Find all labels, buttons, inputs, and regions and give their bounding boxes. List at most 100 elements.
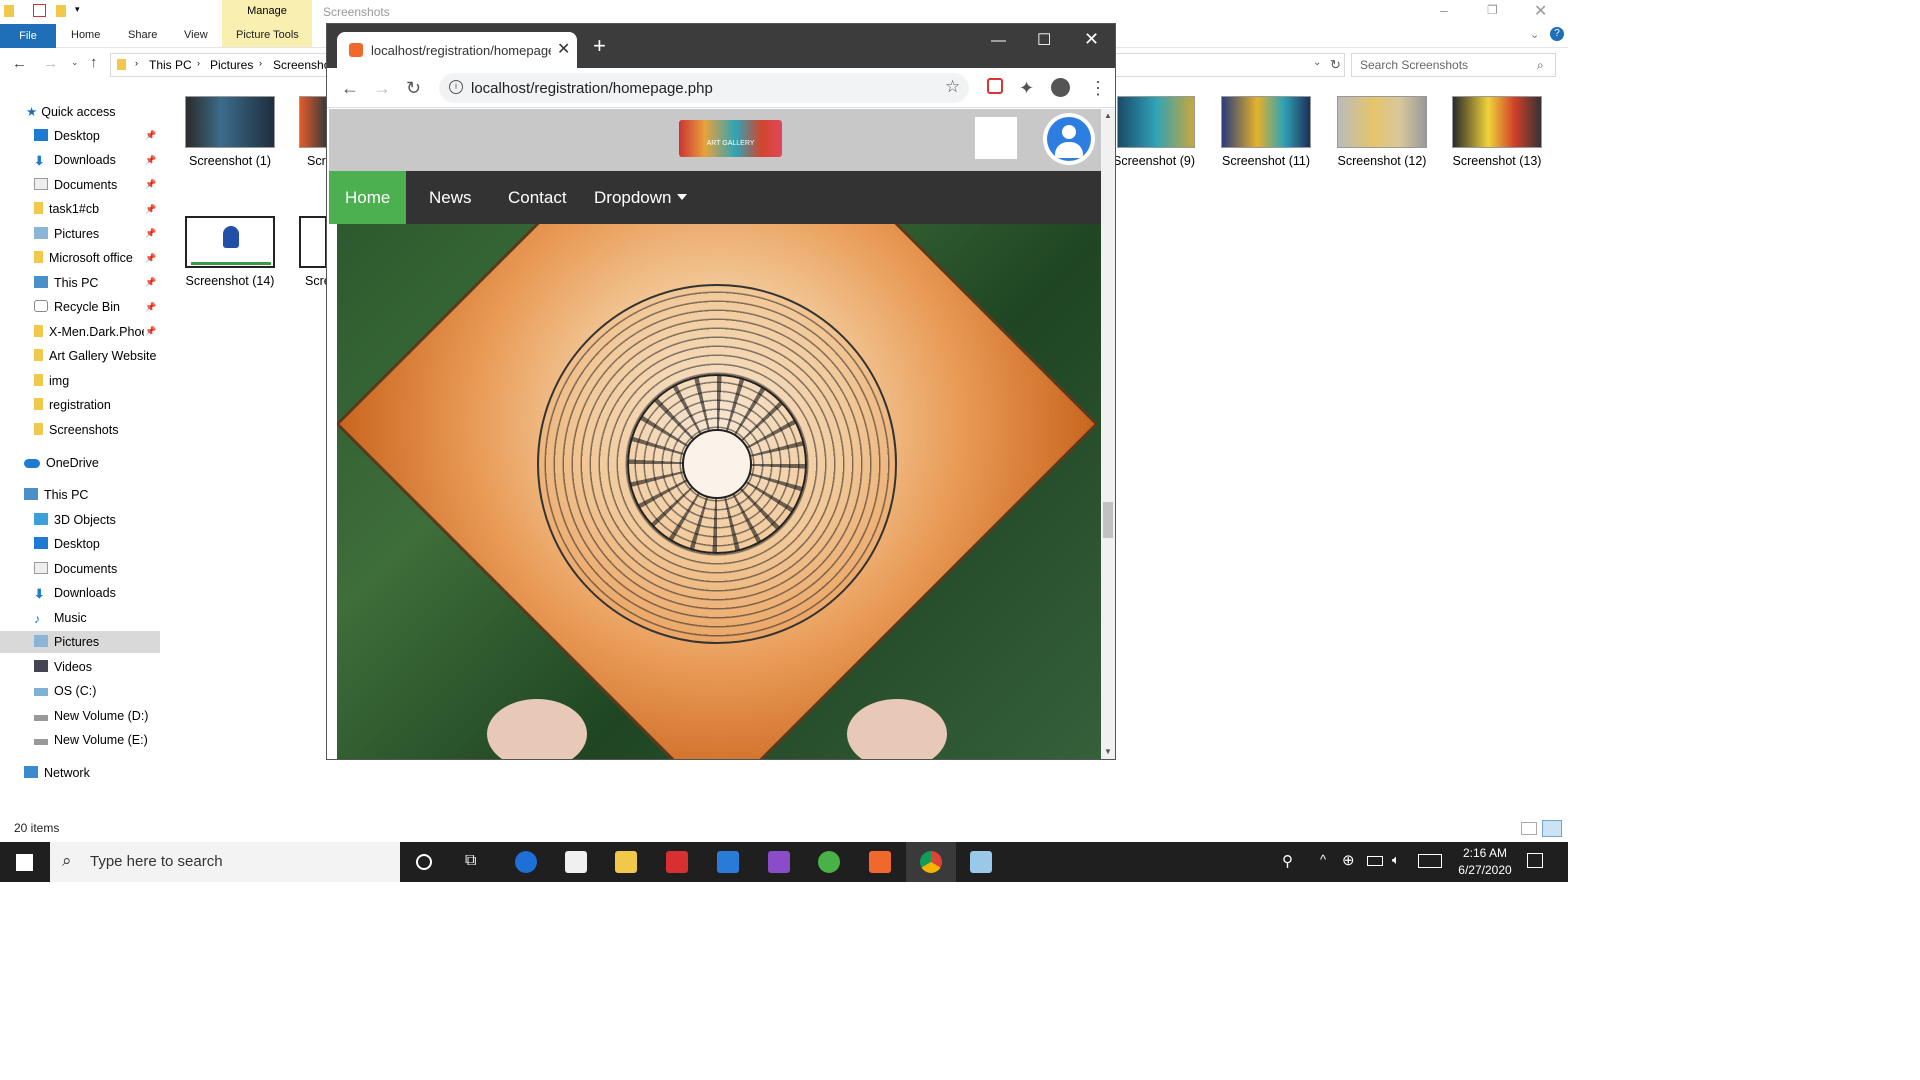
taskbar-utorrent[interactable] (804, 842, 854, 882)
taskbar-file-explorer[interactable] (601, 842, 651, 882)
reload-icon[interactable]: ↻ (406, 78, 421, 98)
taskbar-chrome[interactable] (906, 842, 956, 882)
nav-link-news[interactable]: News (413, 171, 488, 224)
profile-icon[interactable] (1051, 78, 1070, 97)
details-view-icon[interactable] (1521, 822, 1537, 835)
pin-icon[interactable]: 📌 (145, 326, 156, 337)
nav-item-pc-downloads[interactable]: ⬇ Downloads (34, 582, 116, 604)
extensions-puzzle-icon[interactable]: ✦ (1019, 78, 1034, 98)
properties-icon[interactable] (33, 4, 46, 17)
taskbar-search[interactable]: ⌕ Type here to search (50, 842, 400, 882)
pin-icon[interactable]: 📌 (145, 253, 156, 264)
nav-item-drive-c[interactable]: OS (C:) (34, 680, 96, 702)
volume-icon[interactable]: 🔈︎ (1392, 852, 1400, 868)
forward-icon[interactable]: → (373, 78, 391, 98)
taskbar-xampp[interactable] (855, 842, 905, 882)
nav-this-pc[interactable]: This PC (24, 484, 88, 506)
taskbar-edge[interactable] (501, 842, 551, 882)
nav-item-img[interactable]: img (34, 370, 69, 392)
minimize-icon[interactable]: — (991, 32, 1006, 49)
scroll-up-icon[interactable]: ▲ (1104, 111, 1112, 120)
nav-link-contact[interactable]: Contact (492, 171, 583, 224)
pin-icon[interactable]: 📌 (145, 277, 156, 288)
show-hidden-icons-icon[interactable]: ^ (1320, 852, 1326, 867)
menu-kebab-icon[interactable]: ⋮ (1089, 78, 1107, 98)
pin-icon[interactable]: 📌 (145, 130, 156, 141)
new-folder-icon[interactable] (56, 5, 66, 17)
keyboard-icon[interactable] (1418, 854, 1442, 868)
nav-item-desktop[interactable]: Desktop (34, 125, 100, 147)
pin-icon[interactable]: 📌 (145, 204, 156, 215)
tab-share[interactable]: Share (128, 29, 157, 41)
nav-item-pictures[interactable]: Pictures (34, 223, 99, 245)
back-icon[interactable]: ← (12, 55, 27, 72)
network-globe-icon[interactable]: ⊕ (1342, 851, 1355, 869)
action-center-icon[interactable] (1527, 853, 1543, 868)
nav-item-this-pc[interactable]: This PC (34, 272, 98, 294)
nav-item-videos[interactable]: Videos (34, 656, 92, 678)
nav-link-home[interactable]: Home (329, 171, 407, 224)
large-icons-view-icon[interactable] (1542, 820, 1562, 837)
restore-icon[interactable]: ❐ (1487, 3, 1498, 17)
new-tab-icon[interactable]: + (593, 35, 606, 57)
tab-home[interactable]: Home (71, 29, 100, 41)
tab-view[interactable]: View (184, 29, 208, 41)
tab-close-icon[interactable]: ✕ (557, 39, 570, 59)
file-thumbnail[interactable]: Scr (299, 96, 327, 168)
pin-icon[interactable]: 📌 (145, 179, 156, 190)
scroll-down-icon[interactable]: ▼ (1104, 747, 1112, 756)
nav-item-pc-documents[interactable]: Documents (34, 558, 117, 580)
nav-item-xmen[interactable]: X-Men.Dark.Phoe (34, 321, 144, 343)
nav-network[interactable]: Network (24, 762, 90, 784)
task-view-icon[interactable]: ⧉ (465, 852, 476, 870)
cortana-icon[interactable] (416, 854, 432, 870)
file-thumbnail[interactable]: Screenshot (13) (1452, 96, 1542, 168)
taskbar-mail[interactable] (703, 842, 753, 882)
bookmark-star-icon[interactable]: ☆ (945, 77, 960, 97)
nav-item-recycle-bin[interactable]: Recycle Bin (34, 296, 120, 318)
tab-file[interactable]: File (0, 24, 56, 48)
file-thumbnail[interactable]: Scre (299, 216, 331, 288)
battery-icon[interactable] (1367, 856, 1383, 866)
nav-onedrive[interactable]: OneDrive (24, 452, 99, 474)
windows-start-icon[interactable] (16, 854, 33, 871)
nav-item-pc-pictures[interactable]: Pictures (0, 631, 160, 653)
page-scrollbar[interactable]: ▲ ▼ (1101, 109, 1115, 759)
nav-quick-access[interactable]: ★ Quick access (26, 101, 116, 123)
close-icon[interactable]: ✕ (1084, 29, 1099, 50)
nav-item-task1cb[interactable]: task1#cb (34, 198, 99, 220)
nav-item-downloads[interactable]: ⬇ Downloads (34, 149, 116, 171)
breadcrumb-this-pc[interactable]: This PC (149, 58, 192, 72)
pin-icon[interactable]: 📌 (145, 228, 156, 239)
pocket-extension-icon[interactable] (987, 78, 1003, 94)
breadcrumb-pictures[interactable]: Pictures (210, 58, 253, 72)
taskbar-visual-studio[interactable] (754, 842, 804, 882)
breadcrumb-screenshots[interactable]: Screensho (273, 58, 330, 72)
nav-item-art-gallery-website[interactable]: Art Gallery Website (34, 345, 156, 367)
maximize-icon[interactable]: ☐ (1037, 30, 1051, 50)
nav-item-registration[interactable]: registration (34, 394, 111, 416)
scrollbar-thumb[interactable] (1103, 502, 1113, 538)
nav-item-drive-e[interactable]: New Volume (E:) (34, 729, 148, 751)
minimize-icon[interactable]: – (1440, 2, 1448, 18)
file-thumbnail[interactable]: Screenshot (1) (185, 96, 275, 168)
tab-picture-tools[interactable]: Picture Tools (236, 29, 299, 41)
up-icon[interactable]: ↑ (90, 54, 98, 71)
people-icon[interactable]: ⚲ (1282, 852, 1293, 870)
pin-icon[interactable]: 📌 (145, 155, 156, 166)
taskbar-clock[interactable]: 2:16 AM 6/27/2020 (1450, 845, 1520, 879)
qat-dropdown-icon[interactable]: ▾ (75, 4, 80, 15)
taskbar-store[interactable] (551, 842, 601, 882)
back-icon[interactable]: ← (341, 78, 359, 98)
nav-item-screenshots[interactable]: Screenshots (34, 419, 118, 441)
file-thumbnail[interactable]: Screenshot (9) (1113, 96, 1195, 168)
browser-tab[interactable]: localhost/registration/homepage ✕ (337, 32, 577, 68)
refresh-icon[interactable]: ↻ (1330, 57, 1341, 73)
close-icon[interactable]: ✕ (1534, 1, 1547, 21)
taskbar-snipping-tool[interactable] (956, 842, 1006, 882)
ribbon-expand-icon[interactable]: ⌄ (1530, 28, 1539, 41)
address-bar[interactable]: i localhost/registration/homepage.php ☆ (439, 73, 969, 103)
file-thumbnail[interactable]: Screenshot (11) (1221, 96, 1311, 168)
recent-dropdown-icon[interactable]: ⌄ (71, 57, 79, 68)
nav-item-documents[interactable]: Documents (34, 174, 117, 196)
